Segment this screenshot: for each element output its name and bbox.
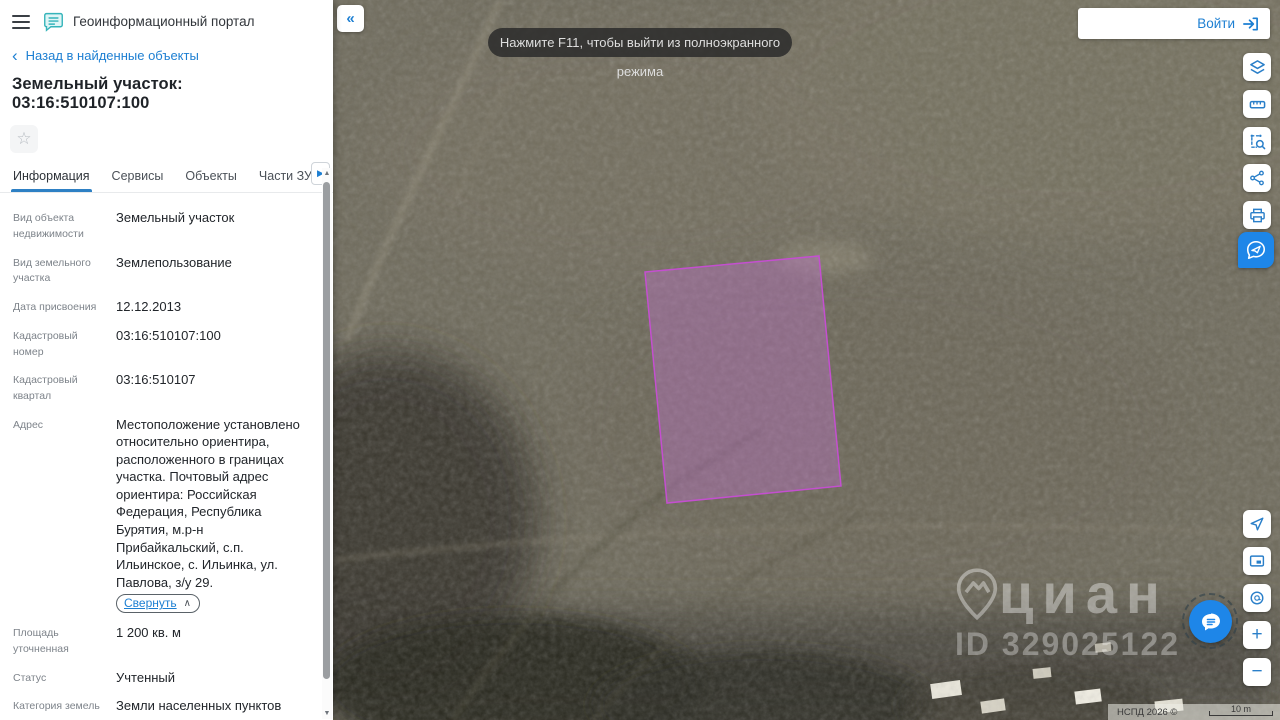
tab-bar: Информация Сервисы Объекты Части ЗУ Сост… [0,153,333,193]
login-button[interactable]: Войти [1078,8,1270,39]
info-panel: Геоинформационный портал ‹ Назад в найде… [0,0,333,720]
field-row-cadastral-quarter: Кадастровый квартал 03:16:510107 [13,372,196,402]
back-link[interactable]: ‹ Назад в найденные объекты [0,38,333,65]
locate-me-button[interactable] [1243,510,1271,538]
login-icon [1243,16,1258,31]
chat-bubble-icon [1201,613,1220,630]
favorite-button[interactable]: ☆ [10,125,38,153]
panel-scrollbar[interactable]: ▲ ▼ [322,168,332,719]
field-row-assignment-date: Дата присвоения 12.12.2013 [13,299,182,314]
field-row-cadastral-number: Кадастровый номер 03:16:510107:100 [13,327,221,358]
double-chevron-left-icon: « [346,10,355,27]
layers-icon [1249,59,1265,74]
tab-objects[interactable]: Объекты [185,169,237,192]
star-icon: ☆ [16,129,32,148]
search-coordinates-button[interactable] [1243,584,1271,612]
zoom-out-button[interactable]: − [1243,658,1271,686]
attributes-list: Вид объекта недвижимости Земельный участ… [0,193,333,720]
scroll-up-icon[interactable]: ▲ [322,170,332,177]
field-row-area: Площадь уточненная 1 200 кв. м [13,625,181,655]
minimap-icon [1249,555,1265,567]
navigation-arrow-icon [1250,517,1264,531]
field-row-object-kind: Вид объекта недвижимости Земельный участ… [13,210,235,240]
map-attribution-bar: НСПД 2026 © 10 m [1108,704,1280,720]
collapse-sidebar-button[interactable]: « [337,5,364,32]
feedback-active-button[interactable] [1238,232,1274,268]
minus-icon: − [1251,661,1263,682]
portal-title: Геоинформационный портал [73,14,255,29]
field-row-status: Статус Учтенный [13,669,176,685]
field-row-parcel-kind: Вид земельного участка Землепользование [13,254,232,285]
fullscreen-toast: Нажмите F11, чтобы выйти из полноэкранно… [488,28,792,79]
address-collapse-button[interactable]: Свернуть ∧ [116,594,200,614]
search-at-icon [1250,591,1264,605]
measure-button[interactable] [1243,90,1271,118]
tab-services[interactable]: Сервисы [112,169,164,192]
panel-header: Геоинформационный портал [0,0,333,38]
select-area-icon [1250,134,1265,149]
menu-icon[interactable] [12,14,30,29]
print-button[interactable] [1243,201,1271,229]
tab-parcel-parts[interactable]: Части ЗУ [259,169,312,192]
scale-bar: 10 m [1209,704,1273,717]
ruler-icon [1249,100,1265,109]
back-chevron-icon: ‹ [12,45,18,65]
share-button[interactable] [1243,164,1271,192]
page-title: Земельный участок: 03:16:510107:100 [12,75,183,112]
scroll-down-icon[interactable]: ▼ [322,710,332,717]
printer-icon [1249,208,1265,222]
geo-portal-app: Геоинформационный портал ‹ Назад в найде… [0,0,1280,720]
attribution-text: НСПД 2026 © [1117,706,1178,718]
overview-map-button[interactable] [1243,547,1271,575]
plus-icon: + [1251,624,1263,645]
map-canvas[interactable]: циан ID 329025122 « Нажмите F11, чтобы в… [333,0,1280,720]
chat-button[interactable] [1189,600,1232,643]
chevron-up-icon: ∧ [183,597,191,609]
select-area-button[interactable] [1243,127,1271,155]
field-row-land-category: Категория земель Земли населенных пункто… [13,698,282,714]
selected-parcel-polygon[interactable] [644,255,842,504]
share-icon [1250,170,1264,186]
portal-logo-icon[interactable] [43,11,64,32]
scrollbar-thumb[interactable] [323,182,330,679]
field-row-address: Адрес Местоположение установлено относит… [13,416,309,614]
layers-button[interactable] [1243,53,1271,81]
tab-information[interactable]: Информация [11,169,92,192]
feedback-bubble-icon [1246,240,1266,260]
zoom-in-button[interactable]: + [1243,621,1271,649]
